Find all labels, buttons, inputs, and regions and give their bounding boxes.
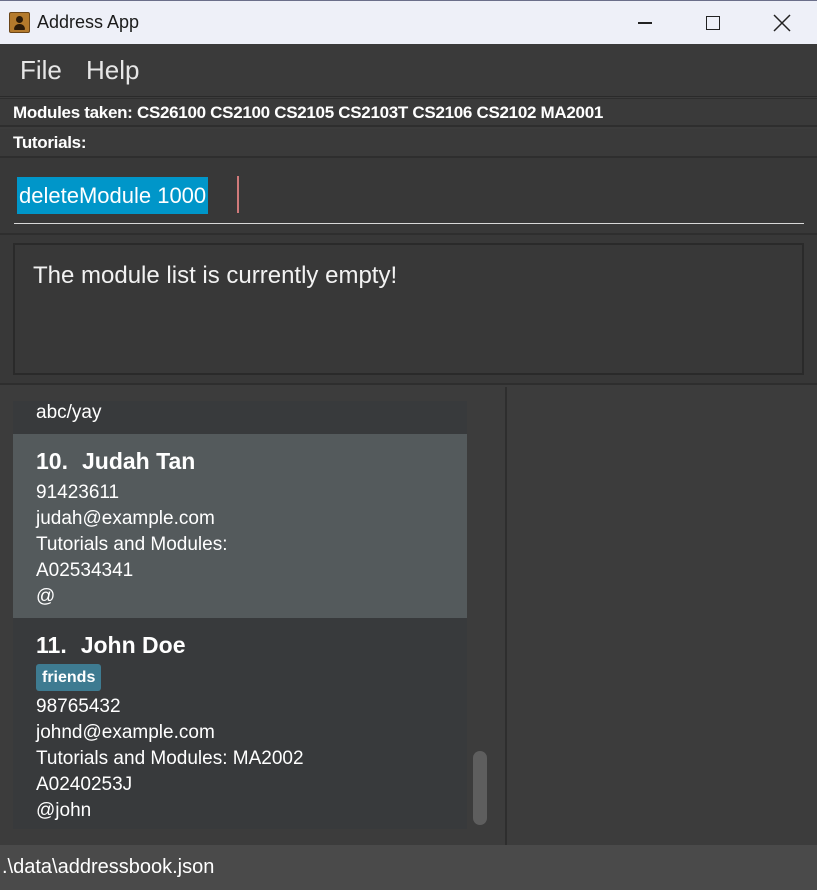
tutorials-label: Tutorials: bbox=[13, 133, 87, 152]
menu-bar: File Help bbox=[0, 44, 817, 97]
person-phone: 98765432 bbox=[36, 696, 121, 717]
person-student-id: A02534341 bbox=[36, 560, 134, 581]
detail-panel bbox=[507, 387, 817, 845]
list-item[interactable]: 11. John Doe friends 98765432 johnd@examp… bbox=[13, 618, 467, 829]
person-name-text: Judah Tan bbox=[81, 448, 196, 474]
maximize-button[interactable] bbox=[678, 1, 748, 45]
command-box: deleteModule 1000 bbox=[0, 158, 817, 235]
minimize-button[interactable] bbox=[610, 1, 680, 45]
person-tutorials-modules: Tutorials and Modules: MA2002 bbox=[36, 748, 304, 769]
text-caret bbox=[237, 176, 239, 213]
app-icon bbox=[9, 12, 30, 33]
save-location: .\data\addressbook.json bbox=[2, 856, 215, 878]
person-detail: abc/yay bbox=[36, 402, 102, 423]
menu-file[interactable]: File bbox=[20, 55, 62, 86]
close-icon bbox=[773, 14, 791, 32]
person-name-text: John Doe bbox=[80, 632, 186, 658]
window-title: Address App bbox=[37, 12, 140, 32]
tutorials-bar: Tutorials: bbox=[0, 129, 817, 158]
person-email: judah@example.com bbox=[36, 508, 215, 529]
person-student-id: A0240253J bbox=[36, 774, 133, 795]
menu-help[interactable]: Help bbox=[86, 55, 139, 86]
result-message: The module list is currently empty! bbox=[33, 262, 398, 289]
modules-taken-label: Modules taken: CS26100 CS2100 CS2105 CS2… bbox=[13, 103, 604, 122]
title-bar: Address App bbox=[0, 0, 817, 44]
result-box[interactable]: The module list is currently empty! bbox=[13, 243, 804, 375]
person-name: 10. Judah Tan bbox=[36, 448, 195, 475]
command-input-text[interactable]: deleteModule 1000 bbox=[17, 177, 209, 214]
person-name: 11. John Doe bbox=[36, 632, 186, 659]
result-display: The module list is currently empty! bbox=[0, 235, 817, 385]
person-phone: 91423611 bbox=[36, 482, 120, 503]
person-tag: friends bbox=[36, 664, 102, 691]
list-item-selected[interactable]: 10. Judah Tan 91423611 judah@example.com … bbox=[13, 434, 467, 618]
list-scrollbar[interactable] bbox=[473, 751, 487, 825]
person-index: 10. bbox=[36, 448, 68, 474]
person-list[interactable]: abc/yay 10. Judah Tan 91423611 judah@exam… bbox=[0, 387, 507, 845]
person-index: 11. bbox=[36, 632, 67, 658]
person-tutorials-modules: Tutorials and Modules: bbox=[36, 534, 228, 555]
person-handle: @john bbox=[36, 800, 92, 821]
list-item[interactable]: abc/yay bbox=[13, 401, 467, 434]
status-bar: .\data\addressbook.json bbox=[0, 845, 817, 890]
maximize-icon bbox=[706, 16, 720, 30]
person-handle: @ bbox=[36, 586, 56, 607]
close-button[interactable] bbox=[747, 1, 817, 45]
person-email: johnd@example.com bbox=[36, 722, 215, 743]
minimize-icon bbox=[638, 22, 652, 24]
modules-taken-bar: Modules taken: CS26100 CS2100 CS2105 CS2… bbox=[0, 98, 817, 127]
